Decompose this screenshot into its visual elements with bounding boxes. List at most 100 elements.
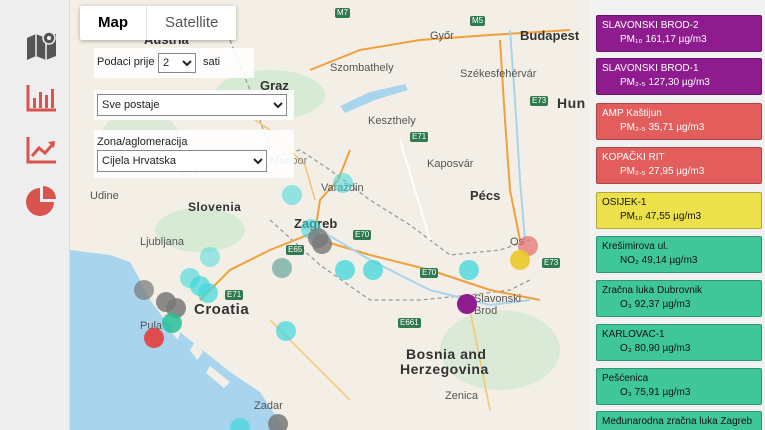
pollutant: NO₂ — [620, 255, 639, 266]
map-label-brod: Brod — [474, 305, 498, 317]
station-marker[interactable] — [333, 173, 353, 193]
station-marker[interactable] — [459, 260, 479, 280]
pollutant: PM₂.₅ — [620, 166, 646, 177]
hours-select[interactable]: 1 2 3 4 5 6 — [158, 53, 196, 73]
hours-prefix-label: Podaci prije — [97, 56, 155, 68]
zone-filter: Zona/aglomeracija Cijela Hrvatska — [94, 130, 294, 178]
value: 49,14 µg/m3 — [641, 255, 698, 266]
station-marker[interactable] — [282, 185, 302, 205]
station-marker[interactable] — [457, 294, 477, 314]
station-reading: PM₁₀ 161,17 µg/m3 — [602, 33, 756, 47]
bar-chart-icon[interactable] — [24, 80, 60, 116]
pollutant: O₃ — [620, 387, 632, 398]
value: 47,55 µg/m3 — [645, 211, 702, 222]
station-marker[interactable] — [363, 260, 383, 280]
station-reading: PM₁₀ 47,55 µg/m3 — [602, 210, 756, 224]
road-shield: E70 — [420, 268, 439, 278]
map-label-ljubljana: Ljubljana — [140, 236, 185, 248]
station-name: Zračna luka Dubrovnik — [602, 285, 703, 296]
station-marker[interactable] — [335, 260, 355, 280]
station-card[interactable]: Pešćenica O₃ 75,91 µg/m3 — [596, 368, 762, 405]
map-label-zenica: Zenica — [445, 390, 479, 402]
road-shield: E71 — [410, 132, 429, 142]
road-shield: E73 — [530, 96, 549, 106]
map-label-szekesfehervar: Székesfehérvár — [460, 68, 537, 80]
satellite-button[interactable]: Satellite — [147, 6, 236, 40]
hours-control: Podaci prije 1 2 3 4 5 6 sati — [94, 48, 254, 78]
road-shield: E65 — [286, 245, 305, 255]
station-name: SLAVONSKI BROD-2 — [602, 20, 699, 31]
station-reading: O₃ 80,90 µg/m3 — [602, 342, 756, 356]
map-label-keszthely: Keszthely — [368, 115, 416, 127]
station-reading: PM₂.₅ 35,71 µg/m3 — [602, 121, 756, 135]
map-button[interactable]: Map — [80, 6, 146, 40]
map-label-szombathely: Szombathely — [330, 62, 394, 74]
station-marker[interactable] — [272, 258, 292, 278]
station-marker[interactable] — [268, 414, 288, 430]
map-label-slovenia: Slovenia — [188, 200, 242, 214]
map-label-croatia: Croatia — [194, 301, 250, 318]
station-name: Pešćenica — [602, 373, 649, 384]
pollutant: PM₁₀ — [620, 34, 643, 45]
value: 75,91 µg/m3 — [634, 387, 691, 398]
station-marker[interactable] — [510, 250, 530, 270]
sidebar — [0, 0, 70, 430]
pollutant: O₃ — [620, 299, 632, 310]
station-card[interactable]: SLAVONSKI BROD-2 PM₁₀ 161,17 µg/m3 — [596, 15, 762, 52]
pollutant: PM₂.₅ — [620, 77, 646, 88]
station-name: AMP Kaštijun — [602, 108, 662, 119]
station-marker[interactable] — [162, 313, 182, 333]
road-shield: E73 — [542, 258, 561, 268]
map-type-control: Map Satellite — [80, 6, 237, 40]
station-card[interactable]: KARLOVAC-1 O₃ 80,90 µg/m3 — [596, 324, 762, 361]
map-label-hungary: Hun — [557, 95, 586, 111]
map-icon[interactable] — [24, 28, 60, 64]
pie-chart-icon[interactable] — [24, 184, 60, 220]
station-marker[interactable] — [200, 247, 220, 267]
station-card[interactable]: SLAVONSKI BROD-1 PM₂.₅ 127,30 µg/m3 — [596, 58, 762, 95]
station-name: Krešimirova ul. — [602, 241, 669, 252]
road-shield: E70 — [353, 230, 372, 240]
road-shield: M5 — [470, 16, 486, 26]
station-card[interactable]: Međunarodna zračna luka Zagreb — [596, 411, 762, 430]
station-name: KOPAČKI RIT — [602, 152, 665, 163]
station-marker[interactable] — [312, 234, 332, 254]
map-label-udine: Udine — [90, 190, 119, 202]
value: 35,71 µg/m3 — [648, 122, 705, 133]
station-list: SLAVONSKI BROD-2 PM₁₀ 161,17 µg/m3 SLAVO… — [590, 0, 765, 430]
map-label-slavonski: Slavonski — [474, 293, 522, 305]
station-reading: O₃ 92,37 µg/m3 — [602, 298, 756, 312]
station-filter: Sve postaje — [94, 90, 294, 120]
station-marker[interactable] — [134, 280, 154, 300]
road-shield: M7 — [335, 8, 351, 18]
map-label-kaposvar: Kaposvár — [427, 158, 474, 170]
station-marker[interactable] — [276, 321, 296, 341]
trend-chart-icon[interactable] — [24, 132, 60, 168]
value: 80,90 µg/m3 — [634, 343, 691, 354]
station-name: Međunarodna zračna luka Zagreb — [602, 416, 753, 427]
station-select[interactable]: Sve postaje — [97, 94, 287, 116]
station-name: KARLOVAC-1 — [602, 329, 665, 340]
station-name: OSIJEK-1 — [602, 197, 647, 208]
map-label-herzegovina: Herzegovina — [400, 361, 489, 377]
station-marker[interactable] — [198, 283, 218, 303]
pollutant: PM₁₀ — [620, 211, 643, 222]
zone-label: Zona/aglomeracija — [97, 136, 188, 148]
map-label-bosnia: Bosnia and — [406, 346, 487, 362]
map-label-budapest: Budapest — [520, 28, 580, 43]
station-card[interactable]: OSIJEK-1 PM₁₀ 47,55 µg/m3 — [596, 192, 762, 229]
station-marker[interactable] — [144, 328, 164, 348]
station-card[interactable]: Zračna luka Dubrovnik O₃ 92,37 µg/m3 — [596, 280, 762, 317]
station-reading: PM₂.₅ 127,30 µg/m3 — [602, 76, 756, 90]
map-label-zadar: Zadar — [254, 400, 283, 412]
station-reading: PM₂.₅ 27,95 µg/m3 — [602, 165, 756, 179]
station-card[interactable]: KOPAČKI RIT PM₂.₅ 27,95 µg/m3 — [596, 147, 762, 184]
value: 161,17 µg/m3 — [645, 34, 707, 45]
pollutant: PM₂.₅ — [620, 122, 646, 133]
zone-select[interactable]: Cijela Hrvatska — [97, 150, 267, 172]
station-reading: O₃ 75,91 µg/m3 — [602, 386, 756, 400]
pollutant: O₃ — [620, 343, 632, 354]
station-card[interactable]: Krešimirova ul. NO₂ 49,14 µg/m3 — [596, 236, 762, 273]
value: 92,37 µg/m3 — [634, 299, 691, 310]
station-card[interactable]: AMP Kaštijun PM₂.₅ 35,71 µg/m3 — [596, 103, 762, 140]
